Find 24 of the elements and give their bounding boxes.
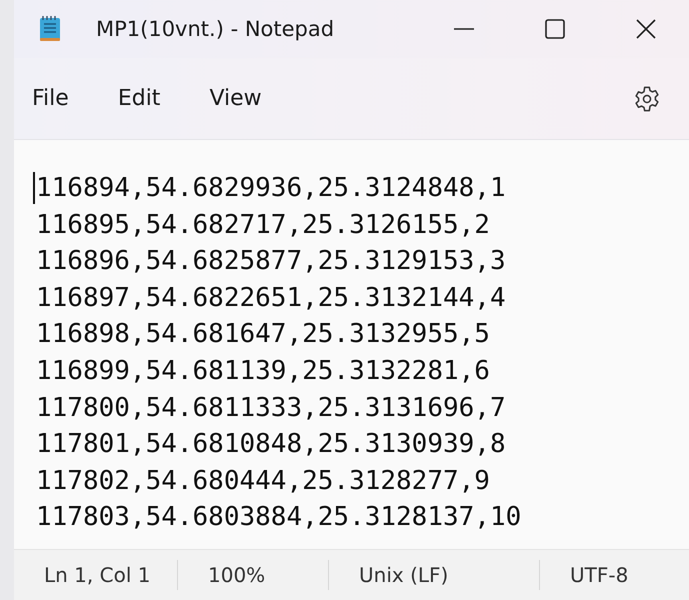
text-line: 117800,54.6811333,25.3131696,7 <box>36 392 506 425</box>
text-line: 116897,54.6822651,25.3132144,4 <box>36 282 506 315</box>
menu-item[interactable]: View <box>209 86 262 111</box>
status-item: Ln 1, Col 1 <box>14 560 178 590</box>
status-item: UTF-8 <box>569 562 628 589</box>
settings-icon[interactable] <box>633 84 661 112</box>
text-line: 116899,54.681139,25.3132281,6 <box>36 354 490 388</box>
window-title: MP1(10vnt.) - Notepad <box>96 17 334 41</box>
text-line: 116898,54.681647,25.3132955,5 <box>36 318 490 352</box>
notepad-icon <box>38 15 62 43</box>
text-line: 116895,54.682717,25.3126155,2 <box>36 208 490 242</box>
status-item: 100% <box>178 560 329 590</box>
menu-item[interactable]: File <box>32 86 69 111</box>
text-line: 117803,54.6803884,25.3128137,10 <box>36 501 522 534</box>
text-line: 116894,54.6829936,25.3124848,1 <box>36 172 506 205</box>
maximize-icon[interactable] <box>544 18 566 40</box>
text-line: 116896,54.6825877,25.3129153,3 <box>36 245 506 278</box>
status-item: Unix (LF) <box>329 560 540 590</box>
close-icon[interactable] <box>635 18 657 40</box>
text-editor[interactable] <box>14 140 689 550</box>
text-line: 117801,54.6810848,25.3130939,8 <box>36 428 506 462</box>
text-cursor <box>33 172 35 204</box>
text-line: 117802,54.680444,25.3128277,9 <box>36 464 490 498</box>
menu-item[interactable]: Edit <box>118 86 160 111</box>
